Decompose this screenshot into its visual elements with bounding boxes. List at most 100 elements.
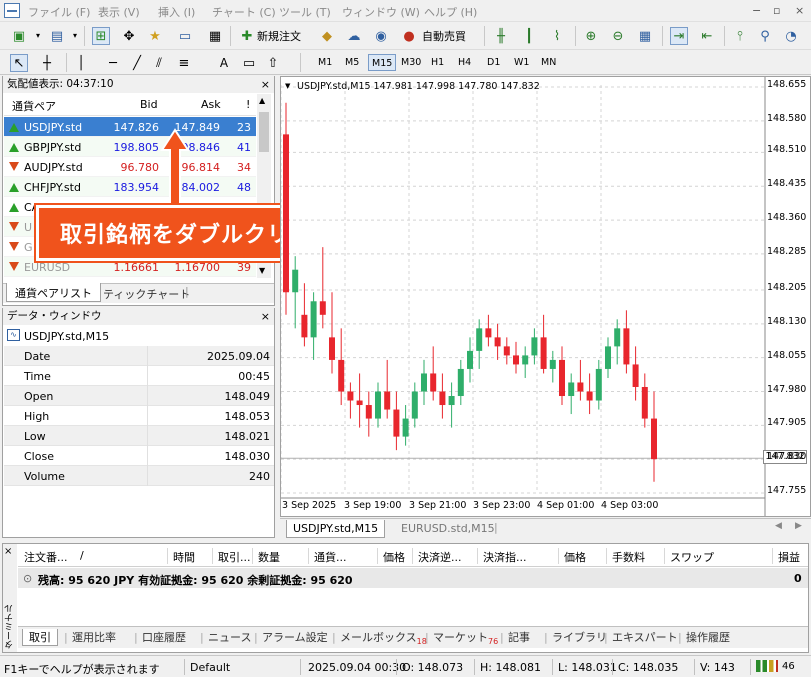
trendline-icon[interactable]: ╱	[128, 54, 146, 72]
tile-windows-icon[interactable]: ▦	[636, 27, 654, 45]
cursor-icon[interactable]: ↖	[10, 54, 28, 72]
scroll-up-icon[interactable]: ▲	[259, 96, 265, 105]
col-spread[interactable]: !	[246, 98, 250, 111]
menu-window[interactable]: ウィンドウ (W)	[342, 4, 420, 20]
timeframe-d1[interactable]: D1	[484, 54, 503, 71]
terminal-icon[interactable]: ▭	[176, 27, 194, 45]
terminal-column[interactable]: 数量	[258, 549, 280, 565]
autoscroll-icon[interactable]: ⇥	[670, 27, 688, 45]
market-watch-row[interactable]: AUDJPY.std 96.780 96.814 34	[4, 157, 256, 177]
terminal-column[interactable]: 価格	[564, 549, 586, 565]
close-icon[interactable]: ×	[795, 4, 804, 17]
text-tool-icon[interactable]: A	[215, 54, 233, 72]
connection-icon[interactable]	[756, 660, 778, 672]
col-bid[interactable]: Bid	[140, 98, 158, 111]
zoom-out-icon[interactable]: ⊖	[609, 27, 627, 45]
horizontal-line-icon[interactable]: ─	[104, 54, 122, 72]
terminal-column[interactable]: 手数料	[612, 549, 645, 565]
terminal-column[interactable]: 損益	[778, 549, 800, 565]
terminal-column[interactable]: 注文番...	[24, 549, 68, 565]
terminal-tab[interactable]: アラーム設定	[262, 629, 328, 646]
tab-symbols[interactable]: 通貨ペアリスト	[6, 283, 101, 302]
navigator-icon[interactable]: ★	[146, 27, 164, 45]
auto-trade-icon[interactable]: ●	[400, 27, 418, 45]
terminal-tab[interactable]: 操作履歴	[686, 629, 730, 646]
terminal-column[interactable]: 決済指...	[483, 549, 527, 565]
tab-usdjpy-m15[interactable]: USDJPY.std,M15	[286, 520, 386, 538]
col-symbol[interactable]: 通貨ペア	[12, 98, 56, 114]
chevron-down-icon[interactable]: ▾	[29, 27, 47, 45]
chart-shift-icon[interactable]: ⇤	[698, 27, 716, 45]
terminal-tab[interactable]: マーケット76	[433, 629, 498, 646]
data-window-icon[interactable]: ✥	[120, 27, 138, 45]
vertical-line-icon[interactable]: │	[72, 54, 90, 72]
timeframe-h4[interactable]: H4	[455, 54, 474, 71]
tab-left-icon[interactable]: ◀	[775, 521, 782, 531]
tab-tick-chart[interactable]: ティックチャート	[103, 286, 190, 302]
timeframe-m15[interactable]: M15	[368, 54, 397, 71]
chart-window[interactable]: ▼ USDJPY.std,M15 147.981 147.998 147.780…	[280, 76, 811, 517]
minimize-icon[interactable]: −	[752, 4, 761, 17]
terminal-column[interactable]: 時間	[173, 549, 195, 565]
indicators-icon[interactable]: ⫯	[731, 27, 749, 45]
market-watch-row[interactable]: GBPJPY.std 198.805 198.846 41	[4, 137, 256, 157]
channel-icon[interactable]: ⫽	[150, 54, 168, 72]
scroll-thumb[interactable]	[259, 112, 269, 152]
new-order-icon[interactable]: ✚	[238, 27, 256, 45]
market-watch-icon[interactable]: ⊞	[92, 27, 110, 45]
restore-icon[interactable]: ▫	[773, 4, 780, 17]
community-icon[interactable]: ☁	[345, 27, 363, 45]
menu-insert[interactable]: 挿入 (I)	[158, 4, 195, 20]
menu-view[interactable]: 表示 (V)	[98, 4, 140, 20]
metaeditor-icon[interactable]: ◆	[318, 27, 336, 45]
menu-help[interactable]: ヘルプ (H)	[424, 4, 477, 20]
label-tool-icon[interactable]: ▭	[240, 54, 258, 72]
new-order-button[interactable]: 新規注文	[257, 28, 301, 44]
terminal-tab[interactable]: エキスパート	[612, 629, 678, 646]
bar-chart-icon[interactable]: ╫	[492, 27, 510, 45]
terminal-tab[interactable]: ニュース	[208, 629, 251, 646]
arrow-tool-icon[interactable]: ⇧	[264, 54, 282, 72]
timeframe-h1[interactable]: H1	[428, 54, 447, 71]
menu-tools[interactable]: ツール (T)	[279, 4, 331, 20]
chevron-down-icon[interactable]: ▼	[285, 82, 290, 90]
close-icon[interactable]: ×	[4, 546, 12, 557]
crosshair-icon[interactable]: ┼	[38, 54, 56, 72]
zoom-in-icon[interactable]: ⊕	[582, 27, 600, 45]
terminal-tab[interactable]: 取引	[22, 629, 58, 646]
terminal-column[interactable]: 取引...	[218, 549, 251, 565]
timeframe-w1[interactable]: W1	[511, 54, 532, 71]
timeframe-m1[interactable]: M1	[315, 54, 335, 71]
close-icon[interactable]: ×	[261, 76, 270, 93]
menu-file[interactable]: ファイル (F)	[28, 4, 90, 20]
terminal-tab[interactable]: 記事	[508, 629, 530, 646]
candlestick-icon[interactable]: ┃	[520, 27, 538, 45]
terminal-column[interactable]: 価格	[383, 549, 405, 565]
terminal-tab[interactable]: 運用比率	[72, 629, 116, 646]
timeframe-m5[interactable]: M5	[342, 54, 362, 71]
line-chart-icon[interactable]: ⌇	[548, 27, 566, 45]
menu-chart[interactable]: チャート (C)	[212, 4, 276, 20]
fibonacci-icon[interactable]: ≡	[175, 54, 193, 72]
search-icon[interactable]: ⚲	[756, 27, 774, 45]
market-watch-row[interactable]: CHFJPY.std 183.954 184.002 48	[4, 177, 256, 197]
terminal-column[interactable]: 通貨...	[314, 549, 347, 565]
chevron-down-icon[interactable]: ▾	[66, 27, 84, 45]
signals-icon[interactable]: ◉	[372, 27, 390, 45]
col-ask[interactable]: Ask	[201, 98, 221, 111]
terminal-tab[interactable]: 口座履歴	[142, 629, 186, 646]
close-icon[interactable]: ×	[261, 308, 270, 325]
terminal-column[interactable]: スワップ	[670, 549, 714, 565]
scroll-down-icon[interactable]: ▼	[259, 266, 265, 275]
terminal-column[interactable]: 決済逆...	[418, 549, 462, 565]
terminal-tab[interactable]: ライブラリ	[552, 629, 607, 646]
timeframe-m30[interactable]: M30	[398, 54, 424, 71]
tester-icon[interactable]: ▦	[206, 27, 224, 45]
new-chart-icon[interactable]: ▣	[10, 27, 28, 45]
tab-right-icon[interactable]: ▶	[795, 521, 802, 531]
market-watch-row[interactable]: USDJPY.std 147.826 147.849 23	[4, 117, 256, 137]
profiles-icon[interactable]: ▤	[48, 27, 66, 45]
price-chart[interactable]	[281, 77, 810, 516]
tab-eurusd-m15[interactable]: EURUSD.std,M15	[395, 520, 501, 538]
timeframe-mn[interactable]: MN	[538, 54, 559, 71]
